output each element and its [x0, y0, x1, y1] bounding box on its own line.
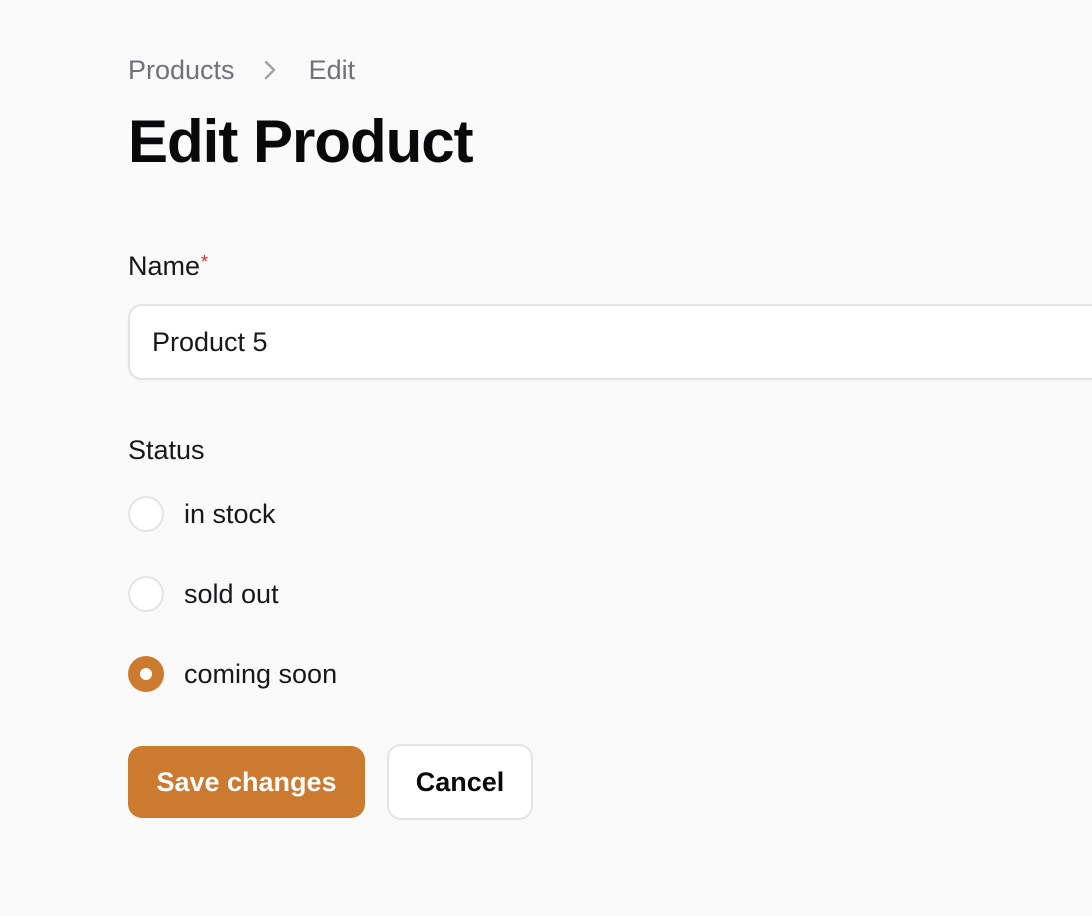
- radio-button[interactable]: [128, 576, 164, 612]
- name-label-text: Name: [128, 251, 201, 281]
- required-marker: *: [201, 252, 209, 272]
- chevron-right-icon: [263, 54, 281, 86]
- breadcrumb-item-edit[interactable]: Edit: [309, 54, 356, 86]
- status-option-sold-out[interactable]: sold out: [128, 576, 279, 612]
- breadcrumb: Products Edit: [128, 54, 355, 86]
- radio-label: sold out: [184, 579, 279, 609]
- page-title: Edit Product: [128, 108, 474, 175]
- edit-product-page: Products Edit Edit Product Name* Status …: [128, 0, 1092, 916]
- breadcrumb-link-products[interactable]: Products: [128, 54, 235, 86]
- name-input[interactable]: [128, 304, 1092, 380]
- status-field-label: Status: [128, 435, 205, 465]
- radio-label: coming soon: [184, 659, 338, 689]
- radio-button[interactable]: [128, 496, 164, 532]
- save-changes-button[interactable]: Save changes: [128, 746, 365, 818]
- status-option-in-stock[interactable]: in stock: [128, 496, 276, 532]
- cancel-button[interactable]: Cancel: [387, 744, 533, 820]
- name-field-label: Name*: [128, 250, 208, 282]
- status-option-coming-soon[interactable]: coming soon: [128, 656, 337, 692]
- radio-button-checked[interactable]: [128, 656, 164, 692]
- radio-dot: [140, 668, 152, 680]
- radio-label: in stock: [184, 499, 276, 529]
